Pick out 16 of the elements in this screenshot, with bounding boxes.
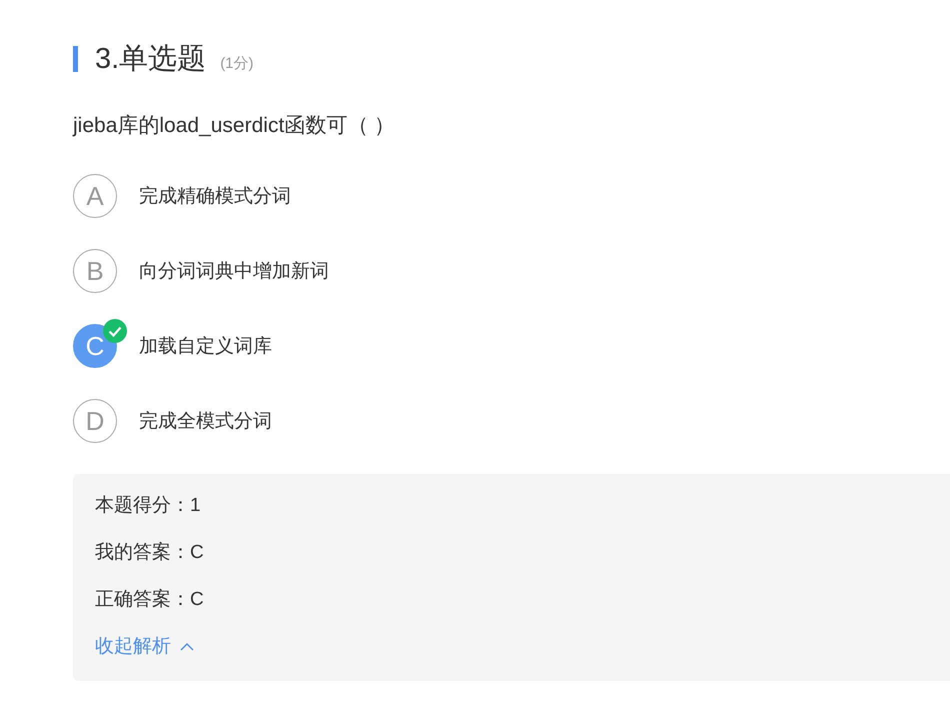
option-text: 完成全模式分词 (139, 410, 272, 434)
option-radio[interactable]: D (73, 399, 117, 443)
question-title: 3.单选题 (95, 45, 206, 73)
option-text: 向分词词典中增加新词 (139, 260, 329, 284)
question-stem: jieba库的load_userdict函数可（ ） (73, 113, 396, 139)
analysis-line: 本题得分：1 (95, 494, 202, 518)
option-radio[interactable]: A (73, 174, 117, 218)
collapse-analysis-link[interactable]: 收起解析 (95, 629, 195, 665)
title-accent-bar (73, 46, 78, 72)
check-icon (103, 319, 127, 343)
analysis-line: 正确答案：C (95, 588, 205, 612)
analysis-line: 我的答案：C (95, 540, 205, 565)
option-text: 加载自定义词库 (139, 335, 272, 359)
option-text: 完成精确模式分词 (139, 185, 291, 209)
option-radio[interactable]: B (73, 249, 117, 293)
question-score: (1分) (220, 54, 254, 74)
